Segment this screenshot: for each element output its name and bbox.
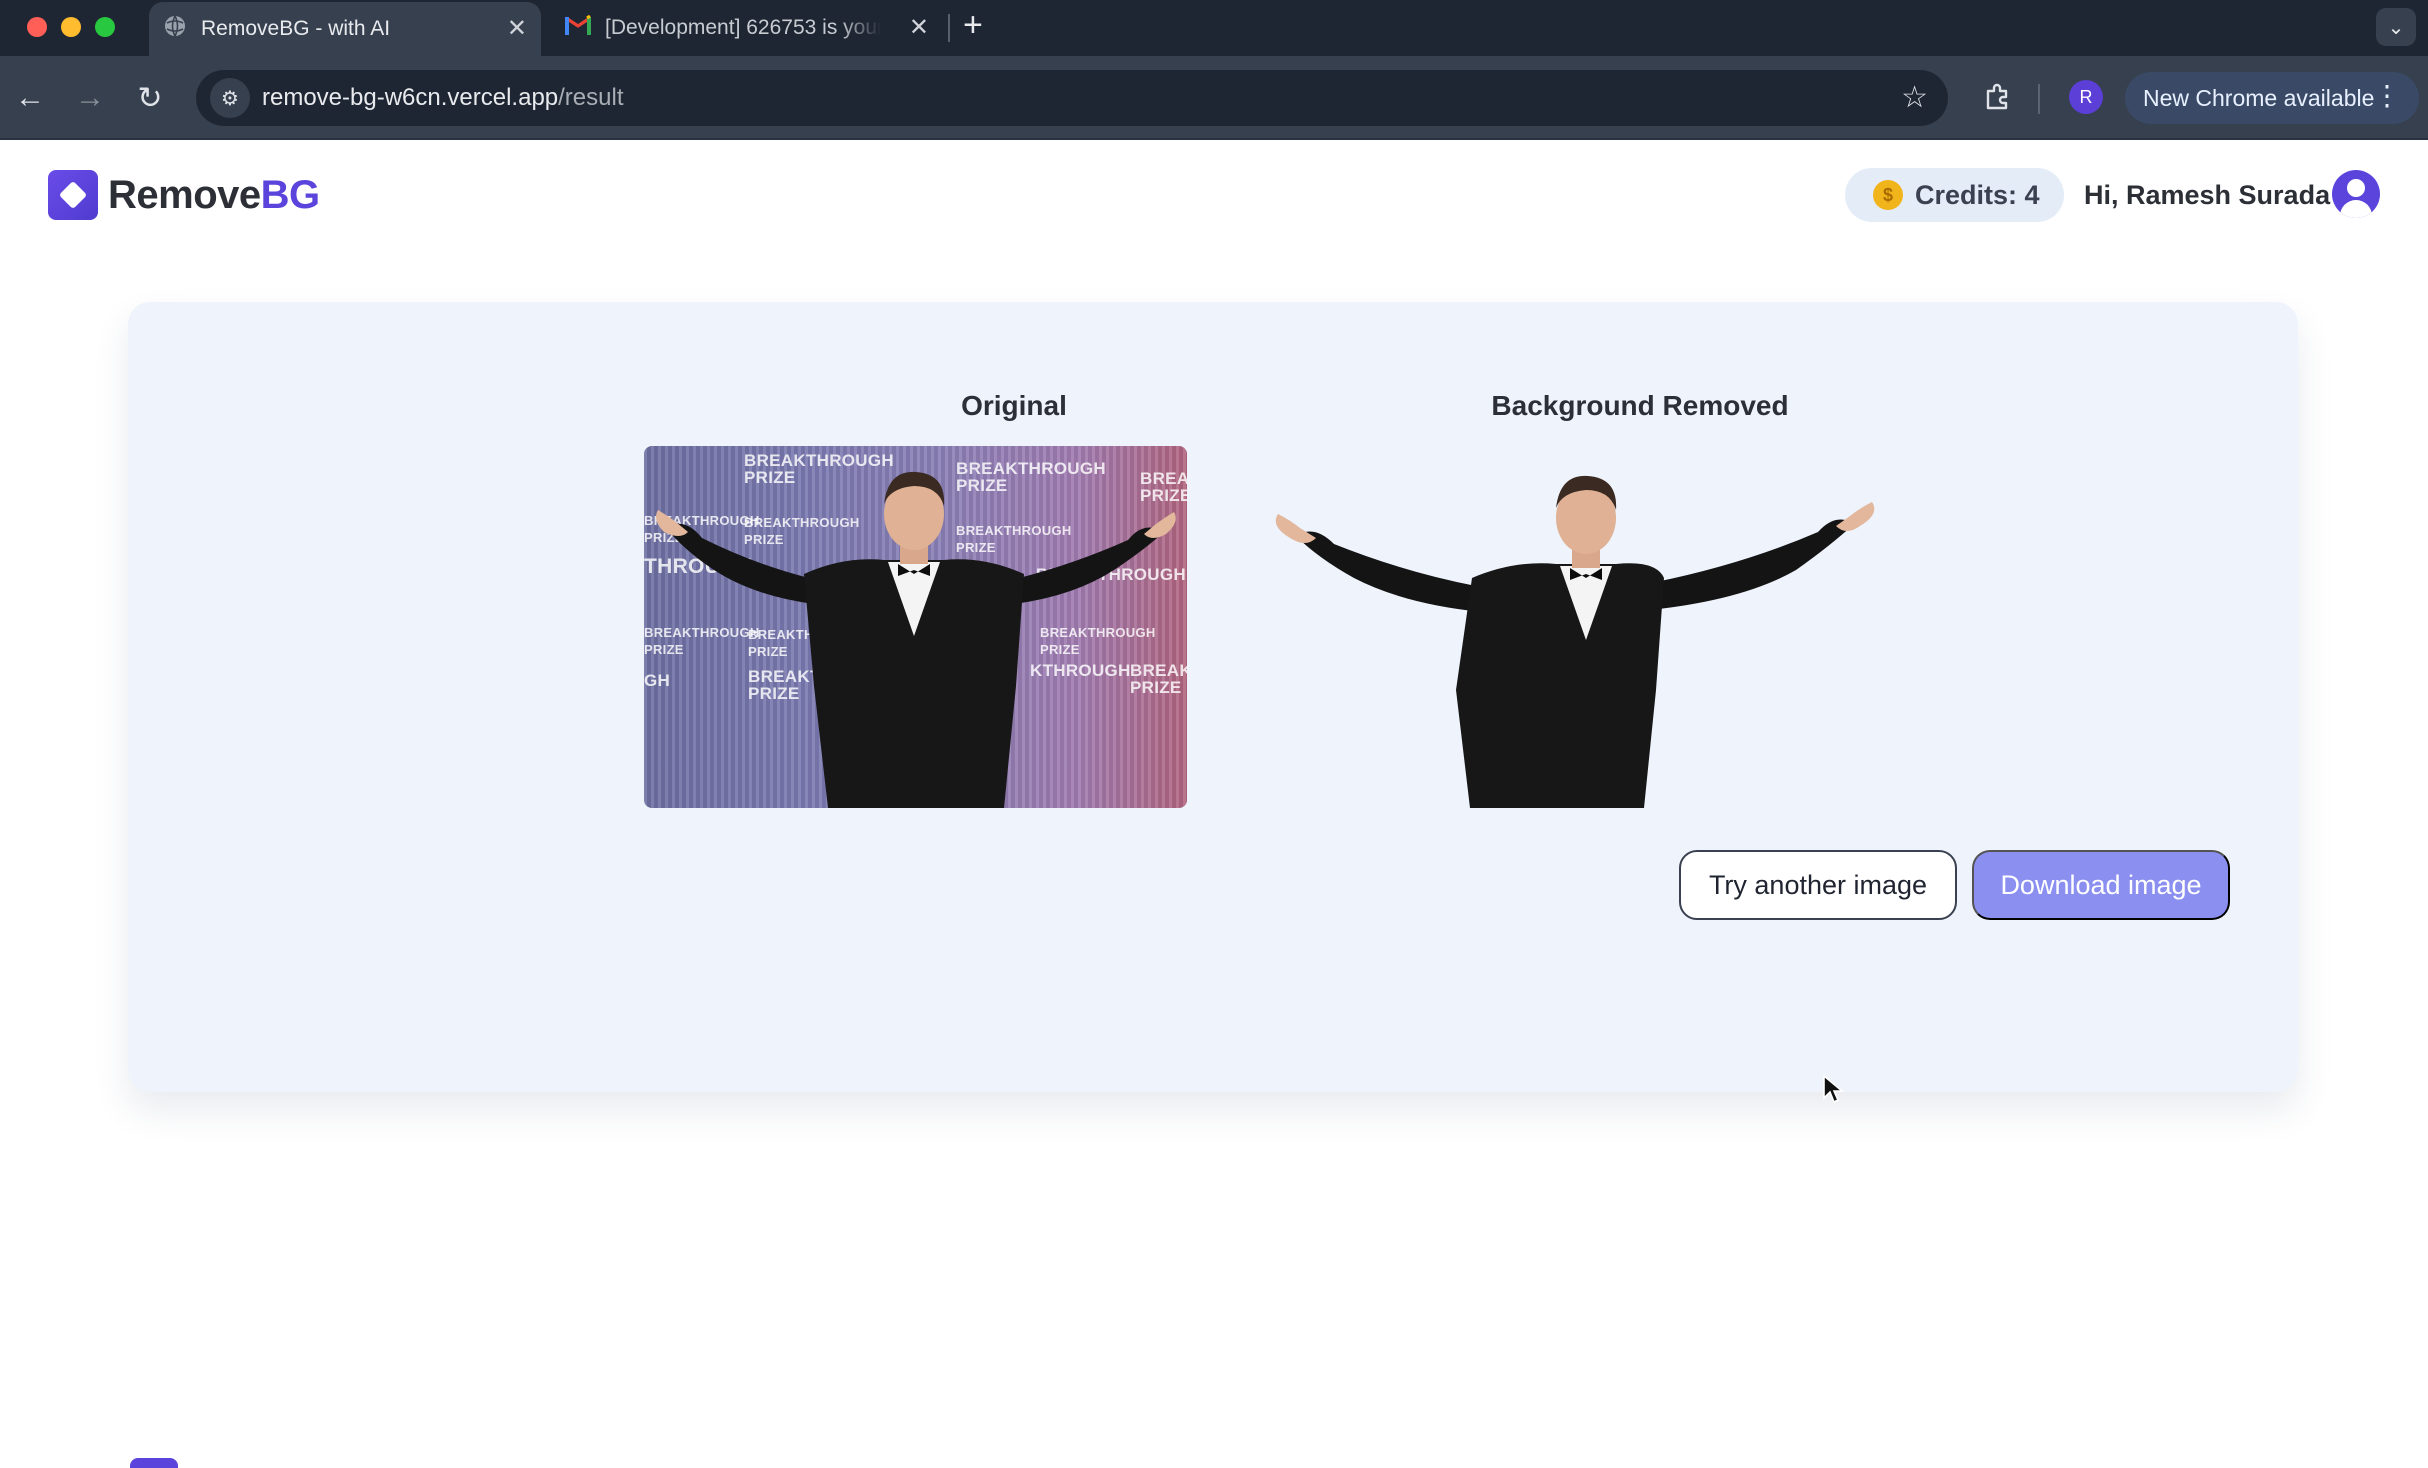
mouse-cursor-icon (1823, 1074, 1844, 1104)
site-settings-icon[interactable]: ⚙ (210, 78, 250, 118)
chevron-down-icon[interactable]: ⌄ (2376, 8, 2416, 46)
globe-icon (163, 14, 187, 44)
user-greeting: Hi, Ramesh Surada (2084, 180, 2331, 210)
page-content: RemoveBG $ Credits: 4 Hi, Ramesh Surada … (0, 140, 2428, 1468)
original-label: Original (961, 390, 1067, 421)
try-another-image-button[interactable]: Try another image (1679, 850, 1957, 920)
original-image: BREAKTHROUGH PRIZE BREAKTHROUGH PRIZE BREA… (644, 446, 1187, 808)
maximize-window-button[interactable] (95, 17, 115, 37)
extensions-puzzle-icon[interactable] (1977, 77, 2017, 117)
url-text[interactable]: remove-bg-w6cn.vercel.app/result (262, 84, 624, 112)
download-image-button[interactable]: Download image (1972, 850, 2230, 920)
close-window-button[interactable] (27, 17, 47, 37)
new-tab-icon[interactable]: + (963, 8, 983, 42)
browser-toolbar: ← → ↻ ⚙ remove-bg-w6cn.vercel.app/result… (0, 56, 2428, 140)
bookmark-star-icon[interactable]: ☆ (1901, 80, 1928, 115)
reload-icon[interactable]: ↻ (130, 78, 170, 118)
more-menu-icon[interactable]: ⋮ (2373, 82, 2401, 110)
credits-badge[interactable]: $ Credits: 4 (1845, 168, 2064, 222)
result-card: Original Background Removed BREAKTHROUGH… (128, 302, 2298, 1092)
gmail-icon (565, 14, 591, 41)
footer-logo-icon (130, 1458, 178, 1468)
tab-separator (948, 14, 950, 42)
chrome-update-button[interactable]: New Chrome available ⋮ (2125, 72, 2419, 124)
profile-avatar[interactable]: R (2069, 80, 2103, 114)
logo-icon (48, 170, 98, 220)
logo-text: RemoveBG (108, 172, 320, 217)
tab-title: [Development] 626753 is your (605, 16, 881, 39)
tab-title: RemoveBG - with AI (201, 17, 391, 40)
address-bar[interactable]: ⚙ remove-bg-w6cn.vercel.app/result ☆ (196, 70, 1948, 126)
background-removed-label: Background Removed (1491, 390, 1789, 421)
tab-removebg[interactable]: RemoveBG - with AI ✕ (149, 2, 541, 56)
close-tab-icon[interactable]: ✕ (507, 17, 527, 41)
user-avatar-icon[interactable] (2332, 170, 2380, 218)
tab-gmail[interactable]: [Development] 626753 is your ✕ (553, 0, 943, 56)
browser-tab-bar: RemoveBG - with AI ✕ [Development] 62675… (0, 0, 2428, 56)
back-arrow-icon[interactable]: ← (10, 78, 50, 118)
close-tab-icon[interactable]: ✕ (909, 16, 929, 40)
forward-arrow-icon[interactable]: → (70, 78, 110, 118)
toolbar-separator (2038, 84, 2040, 114)
logo[interactable]: RemoveBG (48, 170, 320, 220)
coin-icon: $ (1873, 180, 1903, 210)
background-removed-image (1244, 446, 1894, 808)
minimize-window-button[interactable] (61, 17, 81, 37)
